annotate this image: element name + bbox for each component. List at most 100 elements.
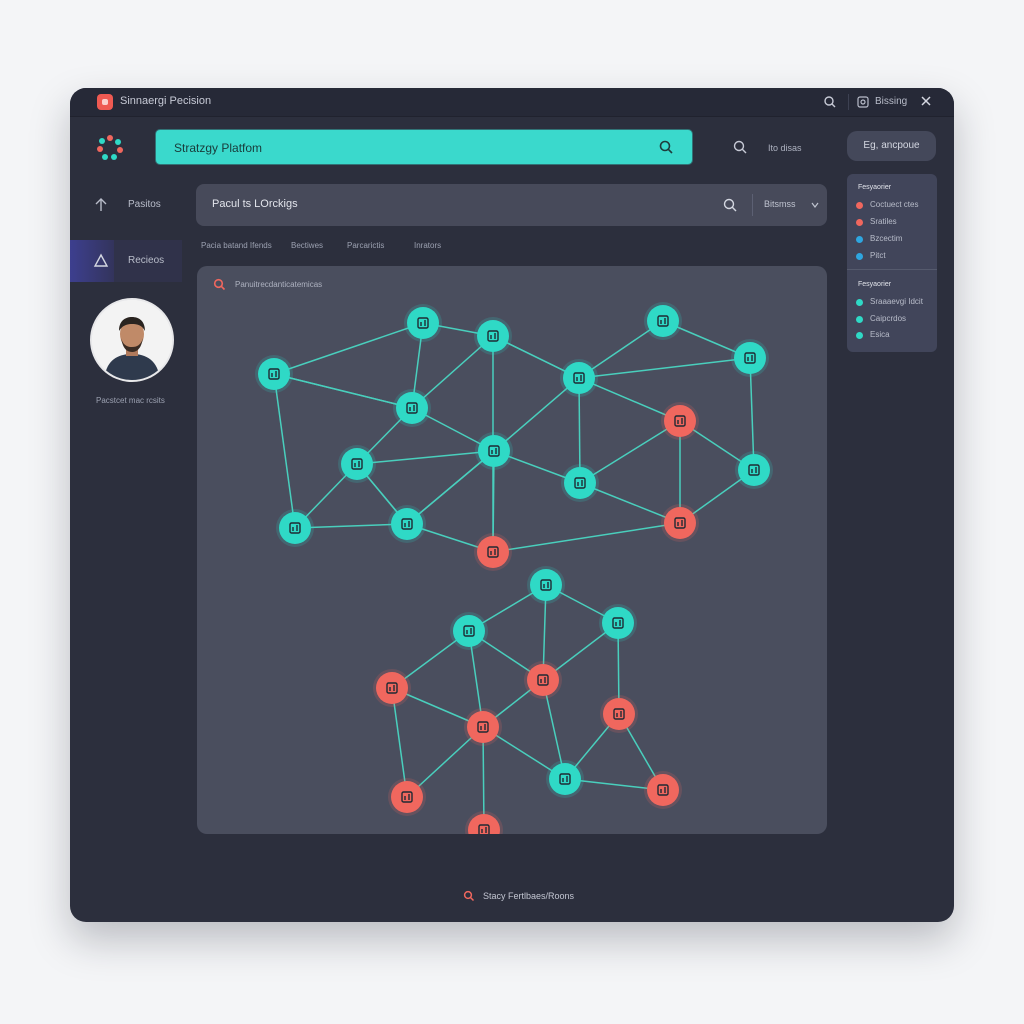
triangle-icon [93, 253, 109, 267]
graph-node[interactable] [388, 505, 426, 543]
avatar-caption: Pacstcet mac rcsits [96, 396, 165, 405]
secondary-search-text[interactable]: Pacul ts LOrckigs [212, 198, 298, 210]
chevron-down-icon[interactable] [810, 200, 820, 210]
network-graph-panel: Panuitrecdanticatemicas [197, 266, 827, 834]
node-circle [467, 711, 499, 743]
legend-label: Bzcectim [870, 234, 903, 243]
node-circle [391, 508, 423, 540]
title-bar: Sinnaergi Pecision Bissing [70, 88, 954, 117]
legend-dot [856, 253, 863, 260]
window-title: Sinnaergi Pecision [120, 95, 212, 107]
node-circle [603, 698, 635, 730]
graph-node[interactable] [373, 669, 411, 707]
graph-node[interactable] [661, 504, 699, 542]
footer-text: Stacy Fertlbaes/Roons [483, 891, 575, 901]
sidebar-item-pasitos[interactable]: Pasitos [70, 184, 182, 226]
node-circle [477, 320, 509, 352]
graph-node[interactable] [524, 661, 562, 699]
node-circle [279, 512, 311, 544]
search-divider [752, 194, 753, 216]
main-search-bar [156, 130, 692, 166]
legend-label: Sraaaevgi Idcit [870, 297, 923, 306]
node-circle [396, 392, 428, 424]
legend-dot [856, 316, 863, 323]
graph-edge [273, 373, 296, 529]
graph-nodes [255, 302, 773, 834]
node-circle [563, 362, 595, 394]
secondary-search-bar[interactable]: Pacul ts LOrckigs Bitsmss [196, 184, 827, 226]
avatar[interactable] [90, 298, 174, 382]
graph-node[interactable] [561, 464, 599, 502]
graph-node[interactable] [731, 339, 769, 377]
node-circle [664, 507, 696, 539]
settings-label[interactable]: Bissing [875, 96, 907, 107]
graph-node[interactable] [600, 695, 638, 733]
sidebar-item-recieos[interactable]: Recieos [70, 240, 182, 282]
node-circle [341, 448, 373, 480]
graph-edge [356, 450, 495, 465]
graph-node[interactable] [393, 389, 431, 427]
node-circle [527, 664, 559, 696]
search-icon[interactable] [722, 197, 738, 213]
graph-node[interactable] [644, 302, 682, 340]
graph-node[interactable] [465, 811, 503, 834]
graph-node[interactable] [474, 317, 512, 355]
graph-node[interactable] [599, 604, 637, 642]
settings-icon[interactable] [856, 95, 870, 109]
node-circle [477, 536, 509, 568]
graph-node[interactable] [338, 445, 376, 483]
legend-panel: Fesyaorier Coctuect ctes Sratiles Bzcect… [847, 174, 937, 352]
filter-dropdown[interactable]: Bitsmss [764, 199, 796, 209]
graph-node[interactable] [560, 359, 598, 397]
arrow-up-icon [95, 198, 107, 211]
node-circle [664, 405, 696, 437]
legend-label: Esica [870, 330, 890, 339]
node-circle [647, 305, 679, 337]
graph-node[interactable] [735, 451, 773, 489]
close-icon[interactable] [918, 93, 934, 109]
node-circle [738, 454, 770, 486]
search-icon [463, 890, 475, 902]
tab-filter-2[interactable]: Bectiwes [291, 241, 323, 250]
graph-node[interactable] [546, 760, 584, 798]
titlebar-search-icon[interactable] [822, 94, 838, 110]
search-icon[interactable] [658, 139, 674, 155]
graph-node[interactable] [255, 355, 293, 393]
graph-node[interactable] [388, 778, 426, 816]
graph-node[interactable] [644, 771, 682, 809]
node-circle [647, 774, 679, 806]
node-circle [376, 672, 408, 704]
tab-filter-4[interactable]: Inrators [414, 241, 441, 250]
legend-label: Coctuect ctes [870, 200, 919, 209]
node-circle [407, 307, 439, 339]
legend-group2-title: Fesyaorier [858, 281, 892, 288]
graph-node[interactable] [474, 533, 512, 571]
graph-node[interactable] [276, 509, 314, 547]
legend-label: Sratiles [870, 217, 897, 226]
node-circle [391, 781, 423, 813]
tab-filter-3[interactable]: Parcarictis [347, 241, 384, 250]
graph-node[interactable] [661, 402, 699, 440]
graph-edge [492, 522, 681, 553]
node-circle [564, 467, 596, 499]
graph-edge [273, 322, 424, 375]
graph-node[interactable] [527, 566, 565, 604]
node-circle [734, 342, 766, 374]
app-window: Sinnaergi Pecision Bissing Stratzgy Plat… [70, 88, 954, 922]
legend-group1-title: Fesyaorier [858, 184, 892, 191]
node-circle [602, 607, 634, 639]
header-label[interactable]: Ito disas [768, 143, 802, 153]
graph-node[interactable] [450, 612, 488, 650]
main-search-input[interactable] [156, 130, 646, 166]
header-action-button[interactable]: Eg, ancpoue [847, 131, 936, 161]
header-search-icon[interactable] [732, 139, 748, 155]
graph-edges [273, 320, 755, 831]
app-icon [97, 94, 113, 110]
graph-edge [273, 373, 413, 409]
tab-filter-1[interactable]: Pacia batand Ifends [201, 241, 272, 250]
graph-node[interactable] [464, 708, 502, 746]
graph-node[interactable] [404, 304, 442, 342]
legend-dot [856, 219, 863, 226]
graph-node[interactable] [475, 432, 513, 470]
legend-label: Pitct [870, 251, 886, 260]
